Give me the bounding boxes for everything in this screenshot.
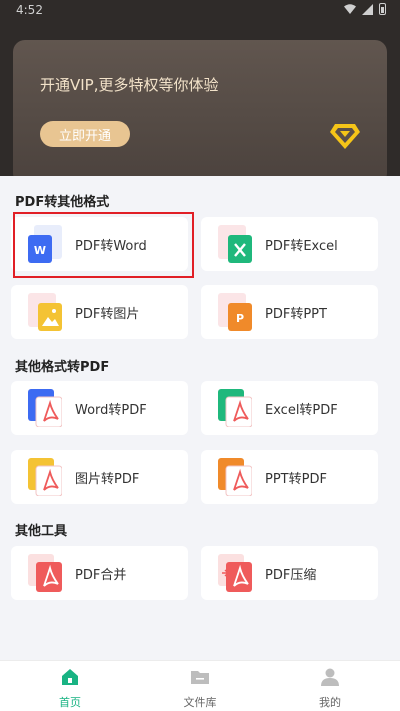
- user-icon: [321, 668, 339, 686]
- vip-open-button[interactable]: 立即开通: [40, 121, 130, 147]
- pdf-to-image-button[interactable]: PDF转图片: [11, 285, 188, 339]
- pdf-compress-button[interactable]: PDF压缩: [201, 546, 378, 600]
- pdf-compress-icon: [218, 554, 252, 592]
- vip-diamond-icon: [330, 124, 360, 149]
- tab-mine[interactable]: 我的: [280, 661, 380, 711]
- pdf-merge-icon: [28, 554, 62, 592]
- pdf-to-ppt-button[interactable]: P PDF转PPT: [201, 285, 378, 339]
- signal-icon: [362, 3, 373, 15]
- pdf-merge-button[interactable]: PDF合并: [11, 546, 188, 600]
- tile-label: Excel转PDF: [265, 403, 338, 418]
- tab-label: 我的: [319, 696, 341, 709]
- tile-label: Word转PDF: [75, 403, 147, 418]
- wifi-icon: [344, 4, 356, 14]
- image-to-pdf-icon: [28, 458, 62, 496]
- status-time: 4:52: [16, 3, 43, 17]
- tile-label: PDF转Excel: [265, 239, 338, 254]
- section-title-pdf-to-other: PDF转其他格式: [15, 195, 110, 210]
- svg-text:P: P: [236, 312, 244, 325]
- folder-icon: [191, 671, 209, 684]
- tile-label: PDF转PPT: [265, 307, 327, 322]
- battery-icon: [379, 3, 386, 15]
- vip-banner[interactable]: 开通VIP,更多特权等你体验 立即开通: [13, 40, 387, 185]
- vip-promo-text: 开通VIP,更多特权等你体验: [40, 76, 219, 94]
- excel-to-pdf-icon: [218, 389, 252, 427]
- pdf-to-excel-button[interactable]: PDF转Excel: [201, 217, 378, 271]
- home-icon: [62, 669, 78, 685]
- tab-home[interactable]: 首页: [20, 661, 120, 711]
- section-title-other-to-pdf: 其他格式转PDF: [15, 360, 110, 375]
- word-to-pdf-button[interactable]: Word转PDF: [11, 381, 188, 435]
- tab-files[interactable]: 文件库: [150, 661, 250, 711]
- ppt-to-pdf-button[interactable]: PPT转PDF: [201, 450, 378, 504]
- tile-label: PDF转图片: [75, 307, 140, 322]
- image-to-pdf-button[interactable]: 图片转PDF: [11, 450, 188, 504]
- tab-label: 文件库: [183, 696, 217, 709]
- ppt-file-icon: P: [218, 293, 252, 331]
- word-to-pdf-icon: [28, 389, 62, 427]
- excel-file-icon: [218, 225, 252, 263]
- bottom-nav: 首页 文件库 我的: [0, 660, 400, 711]
- tile-label: PPT转PDF: [265, 472, 327, 487]
- tile-label: PDF压缩: [265, 568, 317, 583]
- excel-to-pdf-button[interactable]: Excel转PDF: [201, 381, 378, 435]
- status-bar: 4:52: [0, 0, 400, 22]
- ppt-to-pdf-icon: [218, 458, 252, 496]
- tile-label: 图片转PDF: [75, 472, 140, 487]
- tile-label: PDF合并: [75, 568, 127, 583]
- tab-label: 首页: [59, 696, 81, 709]
- header-background: 4:52 开通VIP,更多特权等你体验 立即开通: [0, 0, 400, 185]
- highlight-box: [13, 212, 194, 278]
- image-file-icon: [28, 293, 62, 331]
- section-title-other-tools: 其他工具: [15, 524, 68, 539]
